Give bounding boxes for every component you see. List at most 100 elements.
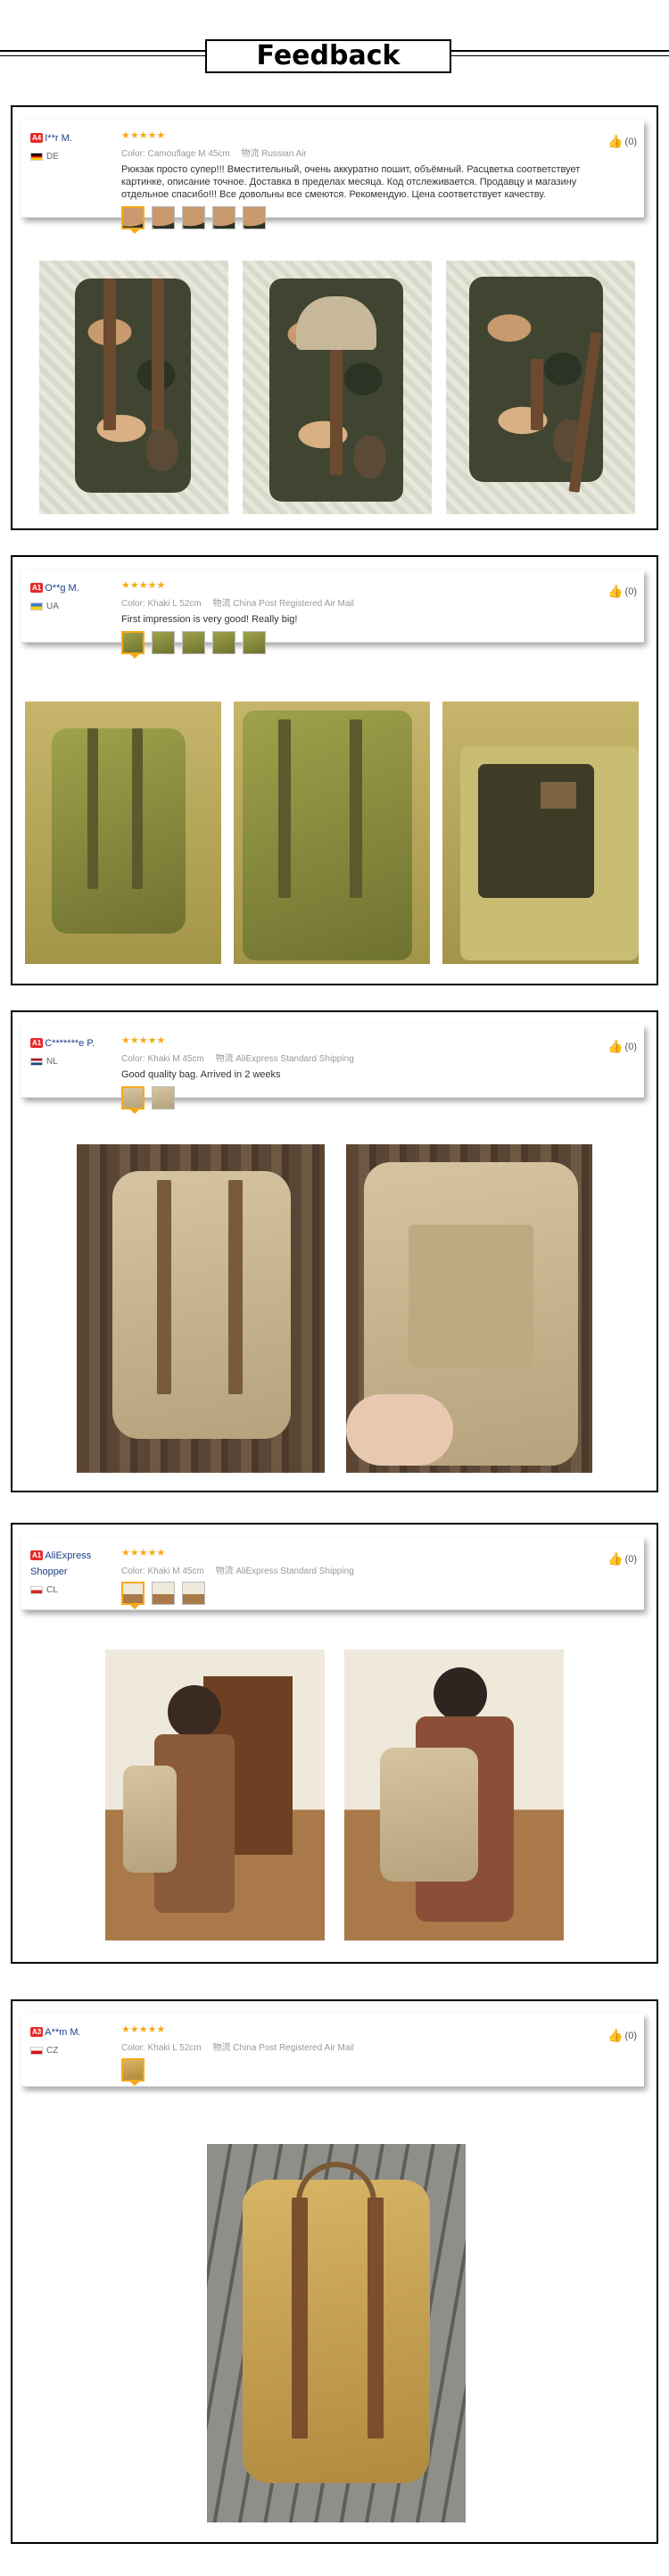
order-meta: Color: Camouflage M 45cm 物流 Russian Air xyxy=(121,145,591,159)
reviewer-name[interactable]: C*******e P. xyxy=(45,1038,95,1049)
review-content: ★★★★★ Color: Khaki L 52cm 物流 China Post … xyxy=(121,2024,591,2086)
review-photo[interactable] xyxy=(234,702,430,964)
reviewer-name[interactable]: A**m M. xyxy=(45,2027,80,2038)
like-button[interactable]: 👍 (0) xyxy=(607,134,637,149)
reviewer-info: A4 I**r M. DE xyxy=(30,130,115,162)
review-content: ★★★★★ Color: Khaki L 52cm 物流 China Post … xyxy=(121,580,591,659)
review-photo[interactable] xyxy=(344,1649,564,1940)
reviewer-name[interactable]: O**g M. xyxy=(45,583,79,594)
review-card: A1 O**g M. UA ★★★★★ Color: Khaki L 52cm 物… xyxy=(11,555,658,985)
color-label: Color: xyxy=(121,149,145,159)
reviewer-country: DE xyxy=(30,152,115,162)
flag-icon xyxy=(30,2047,43,2055)
feedback-header: Feedback xyxy=(0,36,669,80)
photo-thumbnails xyxy=(121,2058,591,2086)
thumbnail[interactable] xyxy=(182,1582,205,1605)
thumbnail[interactable] xyxy=(121,206,145,234)
thumbnail[interactable] xyxy=(243,206,266,229)
like-button[interactable]: 👍 (0) xyxy=(607,2028,637,2043)
reviewer-info: A1 C*******e P. NL xyxy=(30,1035,115,1067)
photo-thumbnails xyxy=(121,631,591,659)
thumbnail[interactable] xyxy=(243,631,266,654)
review-card: A1 AliExpress Shopper CL ★★★★★ Color: Kha… xyxy=(11,1523,658,1964)
review-card: A1 C*******e P. NL ★★★★★ Color: Khaki M 4… xyxy=(11,1010,658,1492)
star-rating: ★★★★★ xyxy=(121,2024,166,2035)
thumbs-up-icon: 👍 xyxy=(607,1039,624,1053)
color-label: Color: xyxy=(121,599,145,609)
reviewer-info: A1 O**g M. UA xyxy=(30,580,115,611)
reviewer-country: CL xyxy=(30,1585,115,1595)
order-meta: Color: Khaki M 45cm 物流 AliExpress Standa… xyxy=(121,1051,591,1064)
level-badge: A3 xyxy=(30,2027,44,2038)
thumbnail[interactable] xyxy=(212,206,235,229)
thumbnail[interactable] xyxy=(182,206,205,229)
thumbnail[interactable] xyxy=(121,1582,145,1609)
thumbnail[interactable] xyxy=(121,631,145,659)
review-info-strip: A1 C*******e P. NL ★★★★★ Color: Khaki M 4… xyxy=(21,1025,644,1114)
color-label: Color: xyxy=(121,1566,145,1576)
review-content: ★★★★★ Color: Khaki M 45cm 物流 AliExpress … xyxy=(121,1548,591,1609)
shipping-label: 物流 xyxy=(215,1054,234,1064)
thumbnail[interactable] xyxy=(121,2058,145,2086)
like-count: (0) xyxy=(624,586,637,597)
like-count: (0) xyxy=(624,1041,637,1052)
reviewer-country: NL xyxy=(30,1057,115,1067)
review-text: Рюкзак просто супер!!! Вместительный, оч… xyxy=(121,164,581,200)
review-photo[interactable] xyxy=(25,702,221,964)
thumbnail[interactable] xyxy=(152,1582,175,1605)
review-photos xyxy=(12,1144,657,1475)
reviewer-country: UA xyxy=(30,602,115,611)
like-button[interactable]: 👍 (0) xyxy=(607,1551,637,1566)
shipping-label: 物流 xyxy=(212,2043,231,2053)
review-photo[interactable] xyxy=(207,2144,466,2522)
thumbnail[interactable] xyxy=(121,1086,145,1114)
like-count: (0) xyxy=(624,1553,637,1565)
review-photo[interactable] xyxy=(346,1144,592,1473)
like-count: (0) xyxy=(624,2030,637,2041)
shipping-value: AliExpress Standard Shipping xyxy=(235,1054,354,1064)
thumbs-up-icon: 👍 xyxy=(607,584,624,598)
flag-icon xyxy=(30,602,43,611)
review-text: Good quality bag. Arrived in 2 weeks xyxy=(121,1069,281,1080)
level-badge: A1 xyxy=(30,1550,44,1561)
review-photos xyxy=(12,702,657,969)
level-badge: A4 xyxy=(30,133,44,144)
star-rating: ★★★★★ xyxy=(121,1548,166,1558)
color-label: Color: xyxy=(121,2043,145,2053)
thumbnail[interactable] xyxy=(212,631,235,654)
thumbnail[interactable] xyxy=(152,1086,175,1109)
review-info-strip: A4 I**r M. DE ★★★★★ Color: Camouflage M 4… xyxy=(21,120,644,234)
review-photos xyxy=(12,1649,657,1944)
shipping-value: China Post Registered Air Mail xyxy=(233,2043,354,2053)
review-info-strip: A1 AliExpress Shopper CL ★★★★★ Color: Kha… xyxy=(21,1537,644,1610)
review-photo[interactable] xyxy=(105,1649,325,1940)
color-value: Khaki L 52cm xyxy=(147,2043,202,2053)
thumbnail[interactable] xyxy=(152,631,175,654)
review-photo[interactable] xyxy=(243,261,432,514)
star-rating: ★★★★★ xyxy=(121,130,166,141)
thumbs-up-icon: 👍 xyxy=(607,2028,624,2042)
review-content: ★★★★★ Color: Khaki M 45cm 物流 AliExpress … xyxy=(121,1035,591,1114)
thumbnail[interactable] xyxy=(152,206,175,229)
shipping-label: 物流 xyxy=(241,149,260,159)
review-photo[interactable] xyxy=(446,261,635,514)
country-code: UA xyxy=(46,602,59,611)
like-button[interactable]: 👍 (0) xyxy=(607,1039,637,1054)
review-photo[interactable] xyxy=(442,702,639,964)
reviewer-country: CZ xyxy=(30,2046,115,2056)
review-photos xyxy=(12,261,657,516)
color-value: Camouflage M 45cm xyxy=(147,149,230,159)
reviewer-name[interactable]: I**r M. xyxy=(45,133,72,144)
shipping-value: Russian Air xyxy=(261,149,307,159)
flag-icon xyxy=(30,1586,43,1594)
thumbnail[interactable] xyxy=(182,631,205,654)
review-photos xyxy=(12,2144,657,2528)
like-button[interactable]: 👍 (0) xyxy=(607,584,637,599)
review-photo[interactable] xyxy=(77,1144,325,1473)
order-meta: Color: Khaki M 45cm 物流 AliExpress Standa… xyxy=(121,1563,591,1576)
like-count: (0) xyxy=(624,136,637,147)
country-code: CZ xyxy=(46,2046,59,2056)
review-photo[interactable] xyxy=(39,261,228,514)
level-badge: A1 xyxy=(30,583,44,594)
star-rating: ★★★★★ xyxy=(121,1035,166,1046)
